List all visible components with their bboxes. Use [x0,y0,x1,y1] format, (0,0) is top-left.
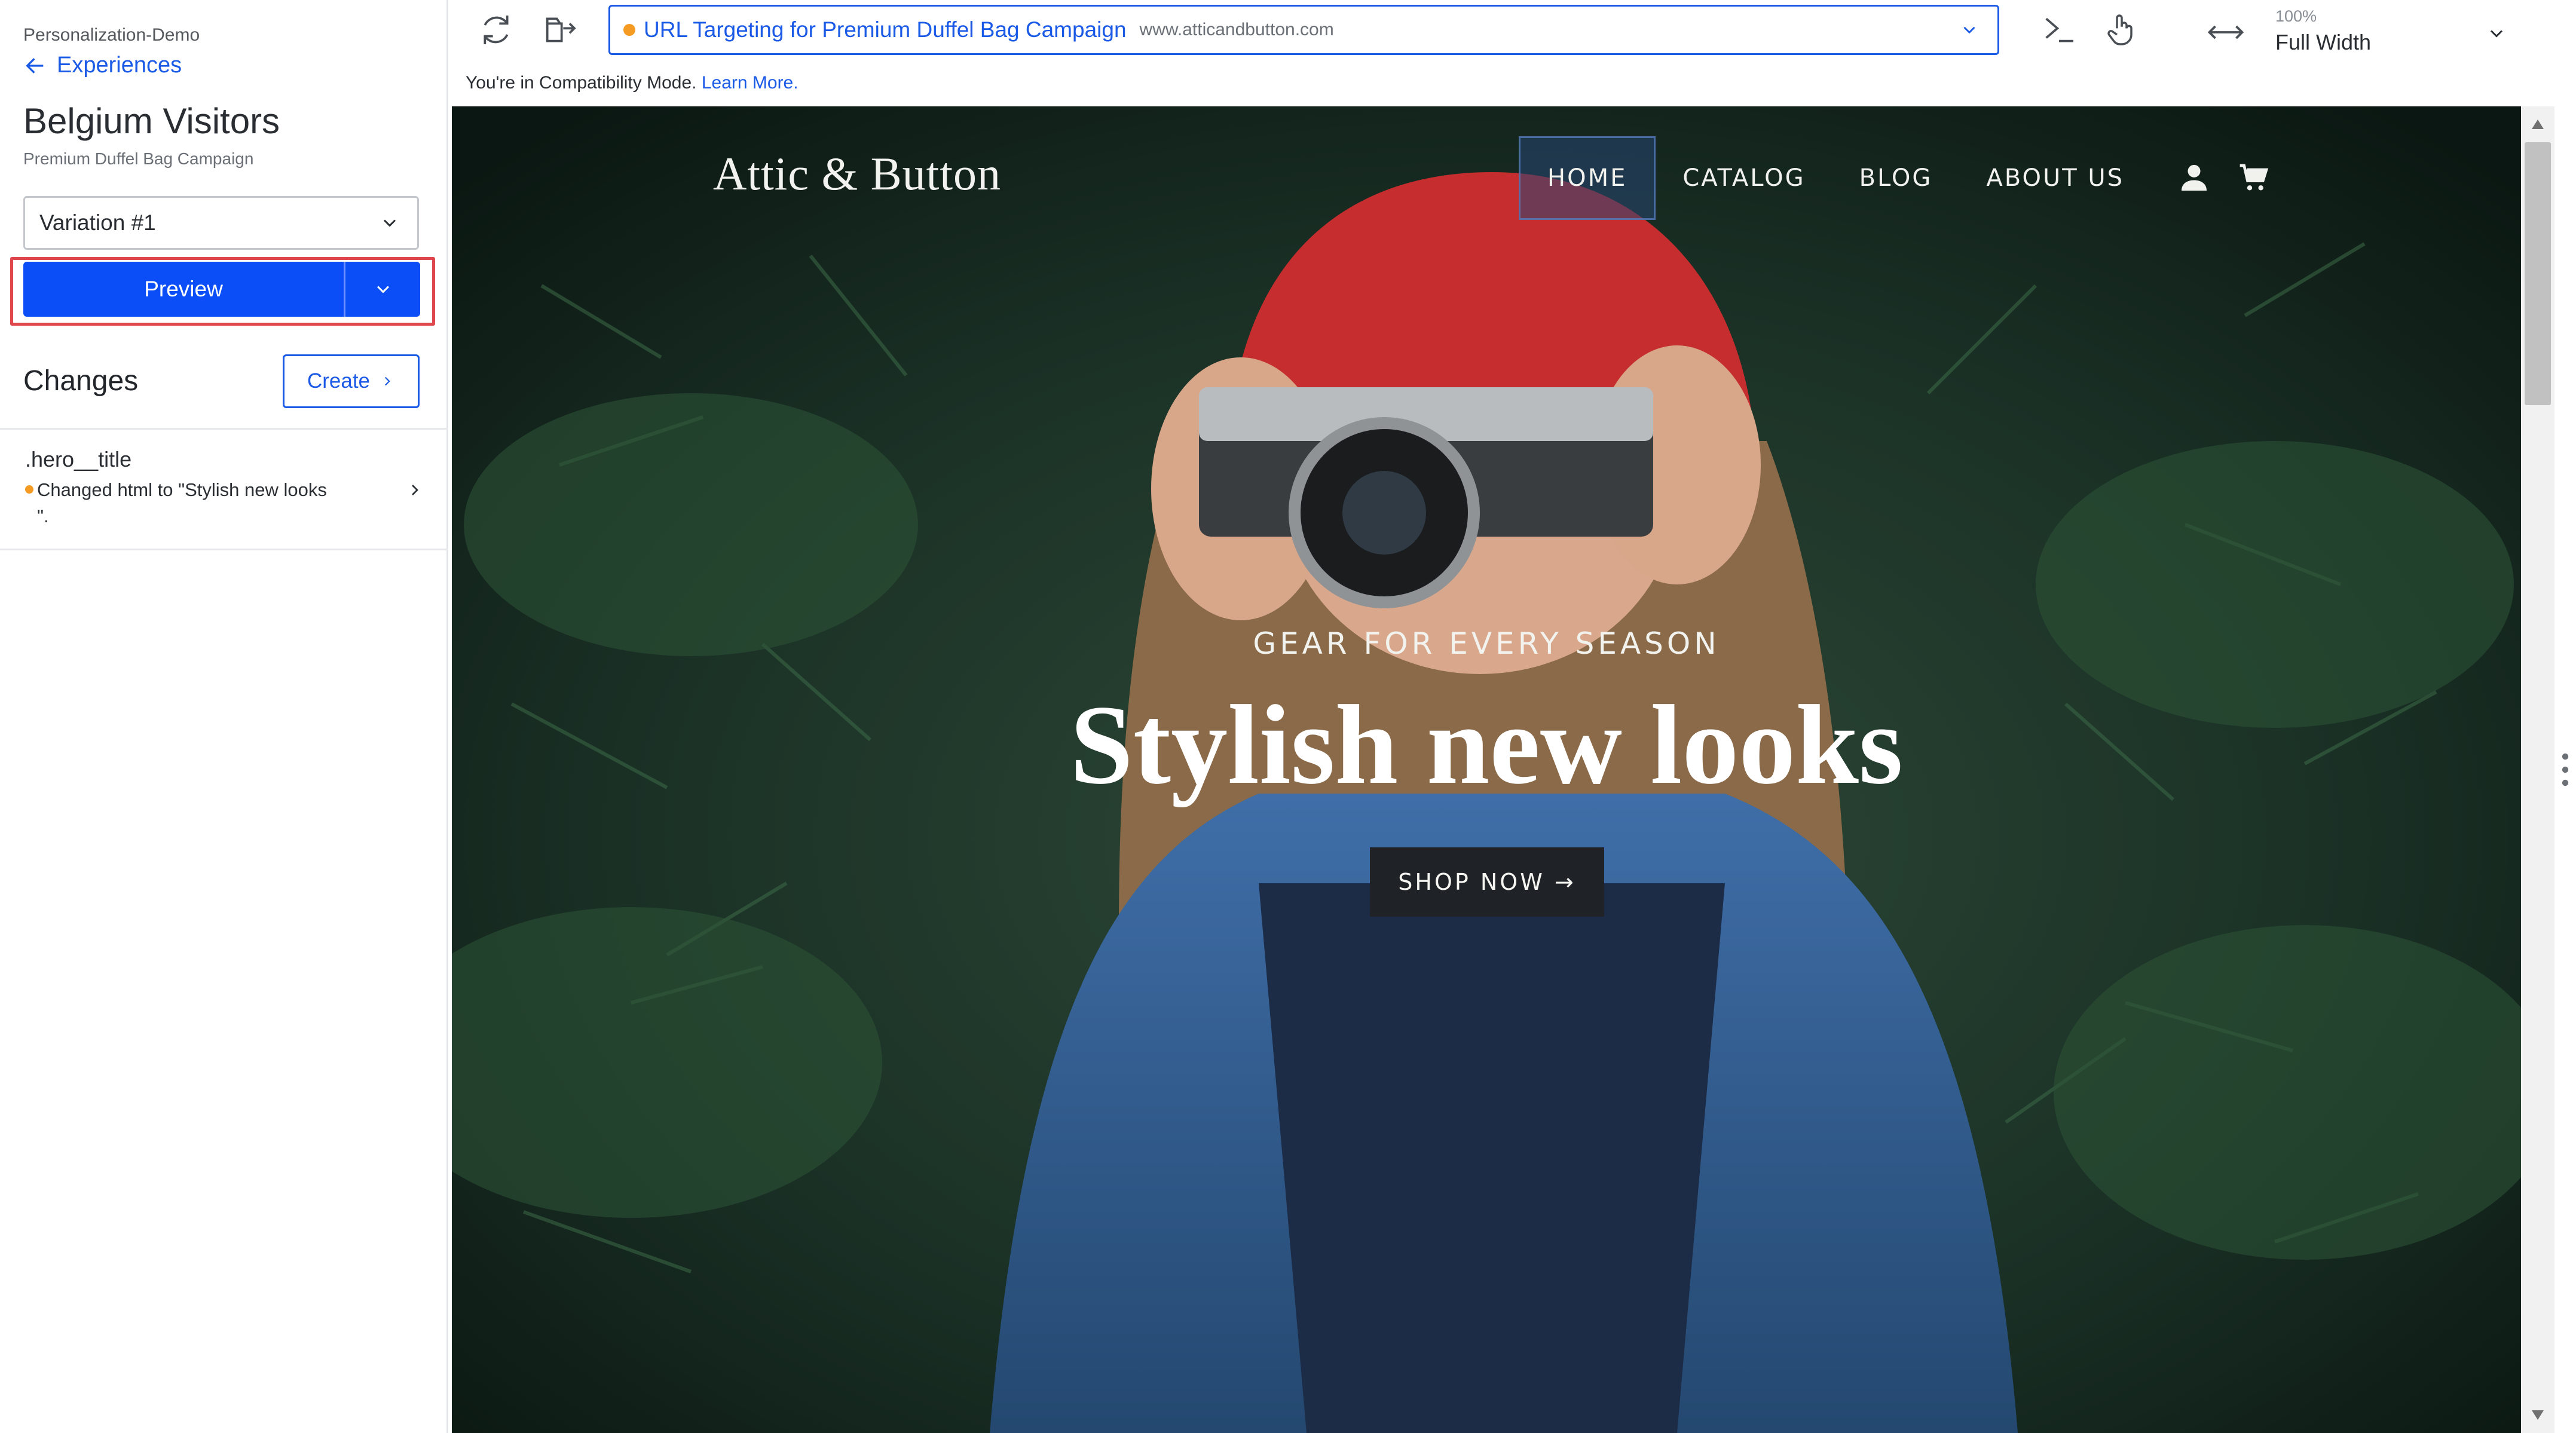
zoom-percent: 100% [2275,7,2317,25]
divider [0,549,448,550]
preview-split-button: Preview [23,262,420,317]
campaign-name: Premium Duffel Bag Campaign [23,149,254,168]
app-root: Personalization-Demo Experiences Belgium… [0,0,2576,1433]
nav-about-us[interactable]: ABOUT US [1959,136,2151,220]
learn-more-link[interactable]: Learn More. [702,73,799,93]
nav-blog[interactable]: BLOG [1832,136,1960,220]
experience-title: Belgium Visitors [23,101,280,141]
nav-catalog[interactable]: CATALOG [1656,136,1832,220]
create-change-button[interactable]: Create [283,354,420,408]
changes-heading: Changes [23,365,139,397]
experience-sidebar: Personalization-Demo Experiences Belgium… [0,0,448,1433]
site-navigation: HOME CATALOG BLOG ABOUT US [1519,136,2271,220]
resize-arrows-icon [2207,25,2244,39]
pointer-hand-icon [2107,14,2133,45]
open-external-icon [546,17,576,42]
hero-kicker: GEAR FOR EVERY SEASON [1253,626,1720,661]
shop-now-button[interactable]: SHOP NOW → [1370,847,1604,917]
variation-select[interactable]: Variation #1 [23,196,419,250]
preview-options-button[interactable] [345,262,420,317]
url-targeting-name: URL Targeting for Premium Duffel Bag Cam… [644,17,1127,42]
url-targeting-select[interactable]: URL Targeting for Premium Duffel Bag Cam… [608,5,1999,55]
chevron-right-icon [412,485,418,495]
change-list-item[interactable]: .hero__title Changed html to "Stylish ne… [0,429,448,549]
change-description-line-2: ". [37,506,49,526]
refresh-icon [484,16,509,44]
chevron-down-icon [383,219,396,227]
back-to-experiences-link[interactable]: Experiences [23,53,182,78]
nav-home[interactable]: HOME [1519,136,1656,220]
website-preview-frame[interactable]: Attic & Button HOME CATALOG BLOG ABOUT U… [452,106,2521,1433]
compatibility-notice: You're in Compatibility Mode. Learn More… [450,60,2576,106]
cart-icon[interactable] [2237,161,2271,195]
back-link-label: Experiences [57,53,182,78]
chevron-down-icon [1963,26,1975,34]
create-button-label: Create [307,369,371,393]
terminal-icon [2045,17,2073,42]
change-description: Changed html to "Stylish new looks ". [37,477,372,529]
compatibility-message: You're in Compatibility Mode. [466,73,697,93]
chevron-down-icon [377,286,389,293]
variation-select-value: Variation #1 [39,210,156,235]
url-host: www.atticandbutton.com [1139,20,1334,39]
viewport-mode: Full Width [2275,30,2372,54]
change-status-dot [25,485,33,494]
change-selector: .hero__title [25,447,132,471]
viewport-width-select[interactable]: 100% Full Width [2205,4,2528,57]
open-external-button[interactable] [541,11,579,49]
url-status-dot [623,24,635,36]
hero-title[interactable]: Stylish new looks [452,680,2521,810]
refresh-button[interactable] [477,11,515,49]
chevron-down-icon [2490,30,2503,38]
interact-mode-button[interactable] [2103,11,2141,49]
workspace-name: Personalization-Demo [23,25,200,45]
editor-toolbar: URL Targeting for Premium Duffel Bag Cam… [450,0,2576,60]
scrollbar-thumb[interactable] [2525,142,2551,405]
chevron-right-icon [385,376,390,386]
arrow-left-icon [26,57,44,74]
account-icon[interactable] [2177,161,2211,195]
compatibility-text: You're in Compatibility Mode. Learn More… [466,73,799,93]
scroll-up-arrow-icon[interactable] [2531,118,2545,130]
change-description-line-1: Changed html to "Stylish new looks [37,479,327,500]
preview-scrollbar[interactable] [2521,106,2554,1433]
more-options-icon[interactable] [2562,752,2569,788]
scroll-down-arrow-icon[interactable] [2531,1409,2545,1421]
code-console-button[interactable] [2040,11,2078,49]
site-logo[interactable]: Attic & Button [713,147,1001,201]
preview-button[interactable]: Preview [23,262,345,317]
